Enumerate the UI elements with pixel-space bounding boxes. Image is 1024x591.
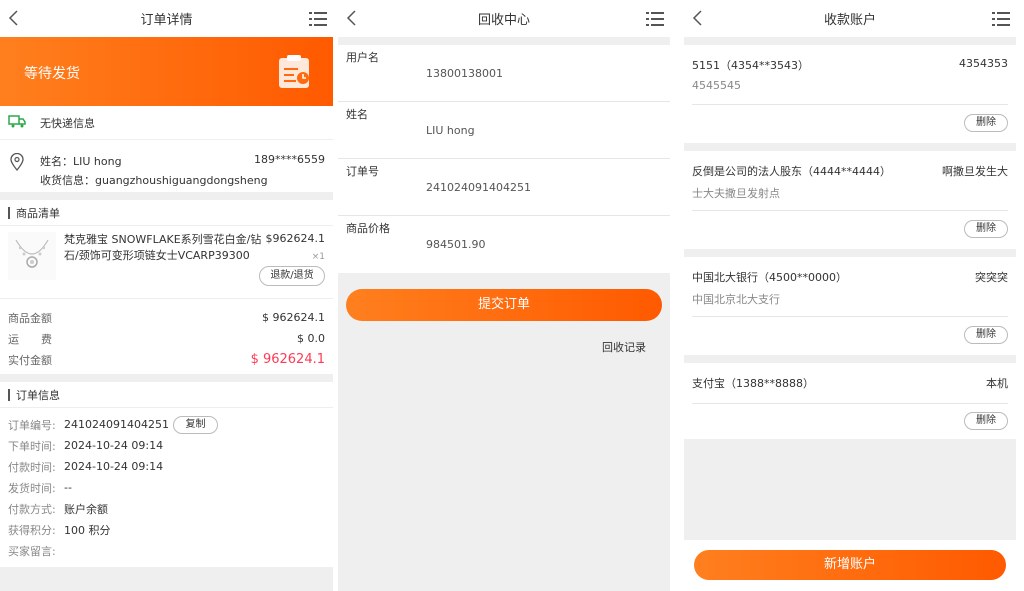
order-info-title: 订单信息 bbox=[16, 388, 60, 402]
delete-button[interactable]: 删除 bbox=[964, 114, 1008, 132]
goods-section-header: 商品清单 bbox=[0, 200, 333, 226]
pay-time-row: 付款时间: 2024-10-24 09:14 bbox=[8, 460, 164, 474]
product-name: 梵克雅宝 SNOWFLAKE系列雪花白金/钻石/颈饰可变形项链女士VCARP39… bbox=[64, 233, 262, 262]
recycle-records-link[interactable]: 回收记录 bbox=[602, 339, 646, 355]
submit-order-button[interactable]: 提交订单 bbox=[346, 289, 662, 321]
status-banner: 等待发货 bbox=[0, 37, 333, 106]
price-field[interactable]: 商品价格 984501.90 bbox=[338, 216, 670, 273]
ship-time-row: 发货时间: -- bbox=[8, 481, 72, 495]
order-number-row: 订单编号: 241024091404251 复制 bbox=[8, 414, 325, 435]
order-info-header: 订单信息 bbox=[0, 382, 333, 408]
refund-button[interactable]: 退款/退货 bbox=[259, 266, 325, 286]
recycle-form: 用户名 13800138001 姓名 LIU hong 订单号 24102409… bbox=[338, 45, 670, 273]
add-account-button[interactable]: 新增账户 bbox=[694, 550, 1006, 580]
express-info: 无快递信息 bbox=[40, 116, 95, 130]
navbar: 订单详情 bbox=[0, 0, 333, 37]
page-title: 收款账户 bbox=[823, 13, 876, 28]
receiver-phone: 189****6559 bbox=[254, 153, 325, 166]
order-number-field[interactable]: 订单号 241024091404251 bbox=[338, 159, 670, 216]
menu-icon[interactable] bbox=[992, 12, 1010, 26]
account-item[interactable]: 支付宝（1388**8888） 本机 删除 bbox=[684, 363, 1016, 439]
back-arrow-icon[interactable] bbox=[692, 10, 704, 26]
order-time-row: 下单时间: 2024-10-24 09:14 bbox=[8, 439, 164, 453]
name-field[interactable]: 姓名 LIU hong bbox=[338, 102, 670, 159]
username-field[interactable]: 用户名 13800138001 bbox=[338, 45, 670, 102]
clipboard-clock-icon bbox=[277, 54, 313, 93]
product-image bbox=[8, 232, 56, 280]
receiver-name: 姓名：LIU hong bbox=[40, 155, 122, 168]
menu-icon[interactable] bbox=[309, 12, 327, 26]
back-arrow-icon[interactable] bbox=[8, 10, 20, 26]
product-item[interactable]: 梵克雅宝 SNOWFLAKE系列雪花白金/钻石/颈饰可变形项链女士VCARP39… bbox=[0, 226, 333, 298]
page-title: 订单详情 bbox=[140, 13, 193, 28]
back-arrow-icon[interactable] bbox=[346, 10, 358, 26]
navbar: 回收中心 bbox=[338, 0, 670, 37]
product-price: $962624.1 bbox=[265, 232, 326, 245]
shipping-fee-row: 运 费 $ 0.0 bbox=[8, 332, 325, 346]
delete-button[interactable]: 删除 bbox=[964, 220, 1008, 238]
order-info-list: 订单编号: 241024091404251 复制 下单时间: 2024-10-2… bbox=[0, 408, 333, 567]
account-item[interactable]: 5151（4354**3543） 4354353 4545545 删除 bbox=[684, 45, 1016, 143]
product-qty: ×1 bbox=[311, 252, 325, 262]
account-item[interactable]: 反倒是公司的法人股东（4444**4444） 啊撒旦发生大 士大夫撒旦发射点 删… bbox=[684, 151, 1016, 249]
location-pin-icon bbox=[10, 152, 24, 174]
address-block: 姓名：LIU hong 189****6559 收货信息：guangzhoush… bbox=[0, 140, 333, 192]
amount-summary: 商品金额 $ 962624.1 运 费 $ 0.0 实付金额 $ 962624.… bbox=[0, 298, 333, 374]
goods-section-title: 商品清单 bbox=[16, 206, 60, 220]
order-detail-screen: 订单详情 等待发货 无快递信息 姓名：LIU hong 189****6559 … bbox=[0, 0, 333, 591]
accounts-screen: 收款账户 5151（4354**3543） 4354353 4545545 删除… bbox=[684, 0, 1016, 591]
delete-button[interactable]: 删除 bbox=[964, 412, 1008, 430]
account-item[interactable]: 中国北大银行（4500**0000） 突突突 中国北京北大支行 删除 bbox=[684, 257, 1016, 355]
delete-button[interactable]: 删除 bbox=[964, 326, 1008, 344]
buyer-message-row: 买家留言: bbox=[8, 544, 56, 558]
truck-icon bbox=[8, 114, 26, 131]
page-title: 回收中心 bbox=[477, 13, 530, 28]
recycle-center-screen: 回收中心 用户名 13800138001 姓名 LIU hong 订单号 241… bbox=[338, 0, 670, 591]
express-row: 无快递信息 bbox=[0, 106, 333, 140]
navbar: 收款账户 bbox=[684, 0, 1016, 37]
goods-amount-row: 商品金额 $ 962624.1 bbox=[8, 311, 325, 325]
points-row: 获得积分: 100 积分 bbox=[8, 523, 111, 537]
menu-icon[interactable] bbox=[646, 12, 664, 26]
paid-amount-row: 实付金额 $ 962624.1 bbox=[8, 352, 325, 367]
pay-method-row: 付款方式: 账户余额 bbox=[8, 502, 108, 516]
order-status: 等待发货 bbox=[24, 66, 80, 82]
copy-button[interactable]: 复制 bbox=[172, 415, 218, 434]
receiver-address: 收货信息：guangzhoushiguangdongsheng bbox=[40, 174, 268, 187]
